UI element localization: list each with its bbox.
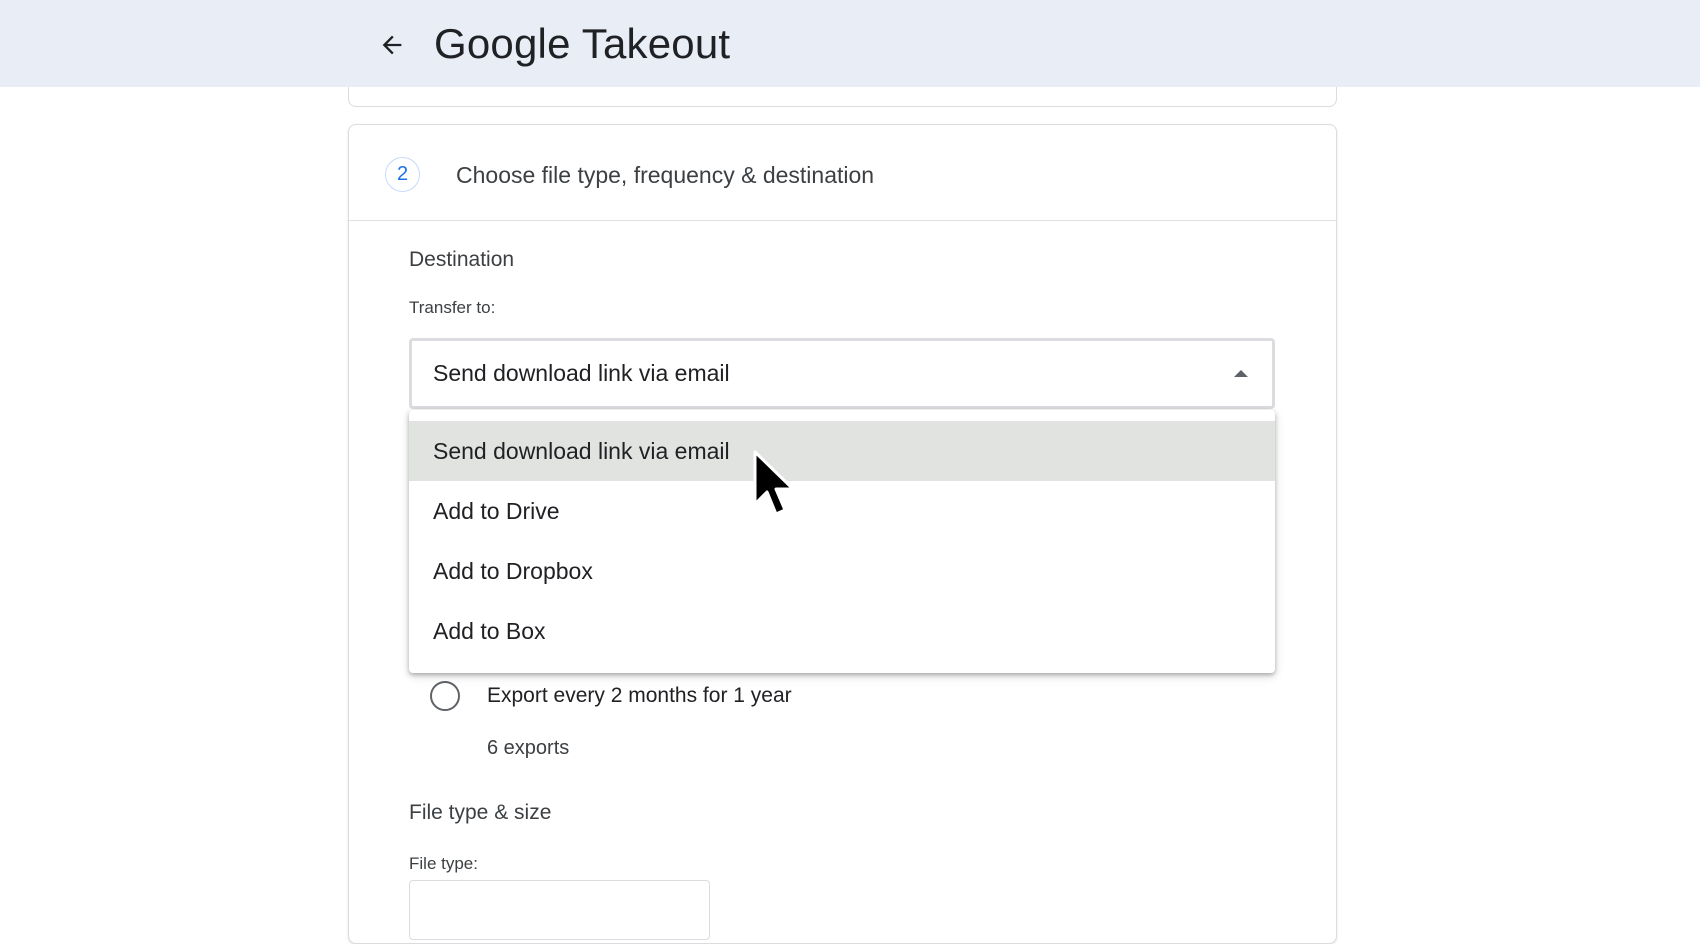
frequency-option-label: Export every 2 months for 1 year <box>487 684 792 707</box>
frequency-radio[interactable] <box>430 681 460 711</box>
transfer-destination-menu: Send download link via email Add to Driv… <box>409 410 1275 673</box>
menu-option-drive[interactable]: Add to Drive <box>409 481 1275 541</box>
transfer-destination-select[interactable]: Send download link via email <box>409 338 1275 409</box>
file-type-select[interactable] <box>409 880 710 940</box>
step-number-badge: 2 <box>385 157 420 192</box>
back-button[interactable] <box>372 27 412 63</box>
frequency-option-subtext: 6 exports <box>487 737 570 759</box>
menu-option-dropbox[interactable]: Add to Dropbox <box>409 541 1275 601</box>
app-title: Google Takeout <box>434 20 731 67</box>
step-header[interactable]: 2 Choose file type, frequency & destinat… <box>349 125 1336 221</box>
step-title: Choose file type, frequency & destinatio… <box>456 162 875 188</box>
transfer-to-label: Transfer to: <box>409 298 496 317</box>
caret-up-icon <box>1234 370 1248 377</box>
destination-section-title: Destination <box>409 248 515 271</box>
file-type-label: File type: <box>409 854 478 873</box>
menu-option-email[interactable]: Send download link via email <box>409 421 1275 481</box>
transfer-destination-value: Send download link via email <box>433 360 730 386</box>
menu-option-box[interactable]: Add to Box <box>409 601 1275 661</box>
app-bar: Google Takeout <box>0 0 1700 87</box>
filetype-section-title: File type & size <box>409 801 552 824</box>
arrow-left-icon <box>382 35 402 55</box>
